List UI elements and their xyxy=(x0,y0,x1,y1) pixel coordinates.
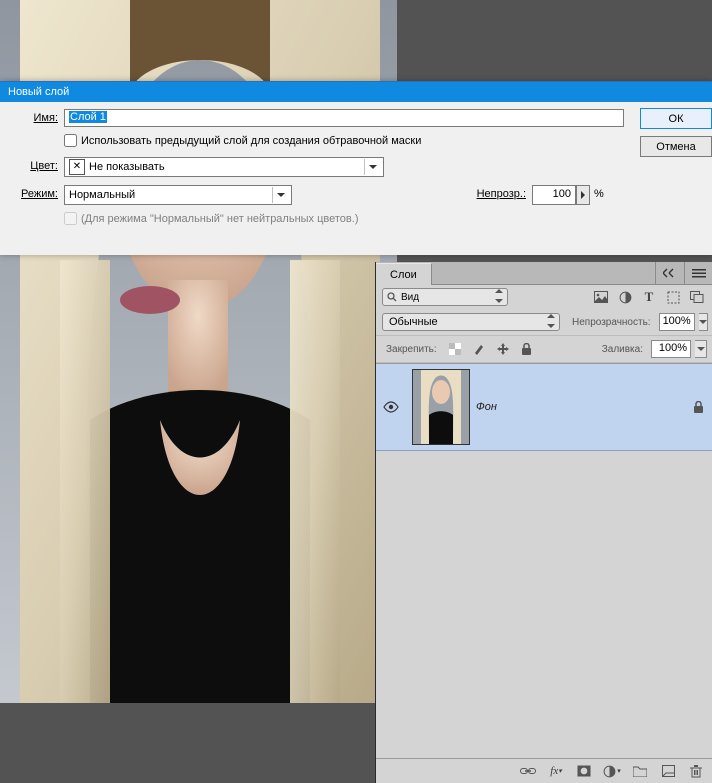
trash-icon[interactable] xyxy=(687,762,705,780)
kind-value: Вид xyxy=(401,292,419,303)
chevron-down-icon xyxy=(495,289,503,306)
lock-transparency-icon[interactable] xyxy=(445,340,465,358)
opacity-flyout[interactable] xyxy=(699,313,708,331)
search-icon xyxy=(387,292,397,302)
fill-label: Заливка: xyxy=(598,344,647,355)
eye-icon xyxy=(383,401,399,413)
color-label: Цвет: xyxy=(0,160,58,172)
lock-label: Закрепить: xyxy=(382,344,441,355)
neutral-label: (Для режима "Нормальный" нет нейтральных… xyxy=(81,213,358,225)
group-icon[interactable] xyxy=(631,762,649,780)
color-value: Не показывать xyxy=(89,161,165,173)
panel-fill-input[interactable]: 100% xyxy=(651,340,691,358)
filter-adjustment-icon[interactable] xyxy=(615,288,635,306)
kind-filter-select[interactable]: Вид xyxy=(382,288,508,306)
layer-row-background[interactable]: Фон xyxy=(376,364,712,451)
none-icon: ✕ xyxy=(69,159,85,175)
chevron-down-icon xyxy=(547,314,555,331)
fx-icon[interactable]: fx▾ xyxy=(547,762,565,780)
blend-value: Обычные xyxy=(389,316,438,328)
lock-all-icon[interactable] xyxy=(517,340,537,358)
opacity-flyout-button[interactable] xyxy=(576,185,590,205)
adjustment-layer-icon[interactable]: ▾ xyxy=(603,762,621,780)
panel-opacity-input[interactable]: 100% xyxy=(659,313,695,331)
fill-flyout[interactable] xyxy=(695,340,707,358)
mask-icon[interactable] xyxy=(575,762,593,780)
panel-menu-icon[interactable] xyxy=(684,262,712,284)
tab-layers[interactable]: Слои xyxy=(376,263,432,285)
clip-mask-box[interactable] xyxy=(64,134,77,147)
neutral-checkbox: (Для режима "Нормальный" нет нейтральных… xyxy=(64,212,358,225)
lock-icon xyxy=(693,401,704,413)
new-layer-icon[interactable] xyxy=(659,762,677,780)
chevron-down-icon xyxy=(272,187,289,203)
lock-row: Закрепить: Заливка: 100% xyxy=(376,336,712,363)
panel-tab-row: Слои xyxy=(376,262,712,285)
layer-thumbnail[interactable] xyxy=(412,369,470,445)
mode-value: Нормальный xyxy=(69,189,135,201)
layer-lock-indicator[interactable] xyxy=(683,401,712,413)
opacity-label: Непрозр.: xyxy=(456,188,526,200)
panel-collapse-icon[interactable] xyxy=(655,262,684,284)
opacity-label: Непрозрачность: xyxy=(568,317,655,328)
opacity-unit: % xyxy=(594,188,614,200)
cancel-button[interactable]: Отмена xyxy=(640,136,712,157)
layer-list[interactable]: Фон xyxy=(376,363,712,758)
name-input[interactable]: Слой 1 xyxy=(64,109,624,127)
dialog-title: Новый слой xyxy=(0,82,712,102)
opacity-input[interactable]: 100 xyxy=(532,185,576,205)
new-layer-dialog: Новый слой Имя: Слой 1 ОК Отмена Использ… xyxy=(0,81,712,255)
filter-image-icon[interactable] xyxy=(591,288,611,306)
lock-paint-icon[interactable] xyxy=(469,340,489,358)
layers-panel: Слои Вид T xyxy=(375,262,712,783)
chevron-down-icon xyxy=(364,159,381,175)
clip-mask-label: Использовать предыдущий слой для создани… xyxy=(81,135,421,147)
lock-move-icon[interactable] xyxy=(493,340,513,358)
filter-smart-icon[interactable] xyxy=(687,288,707,306)
clip-mask-checkbox[interactable]: Использовать предыдущий слой для создани… xyxy=(64,134,421,147)
mode-select[interactable]: Нормальный xyxy=(64,185,292,205)
link-layers-icon[interactable] xyxy=(519,762,537,780)
visibility-toggle[interactable] xyxy=(376,401,406,413)
ok-button[interactable]: ОК xyxy=(640,108,712,129)
color-select[interactable]: ✕ Не показывать xyxy=(64,157,384,177)
blend-row: Обычные Непрозрачность: 100% xyxy=(376,309,712,336)
blend-mode-select[interactable]: Обычные xyxy=(382,313,560,331)
filter-row: Вид T xyxy=(376,285,712,309)
name-label: Имя: xyxy=(0,112,58,124)
neutral-box xyxy=(64,212,77,225)
filter-shape-icon[interactable] xyxy=(663,288,683,306)
filter-type-icon[interactable]: T xyxy=(639,288,659,306)
mode-label: Режим: xyxy=(0,188,58,200)
layer-name[interactable]: Фон xyxy=(476,401,683,413)
panel-footer: fx▾ ▾ xyxy=(376,758,712,783)
